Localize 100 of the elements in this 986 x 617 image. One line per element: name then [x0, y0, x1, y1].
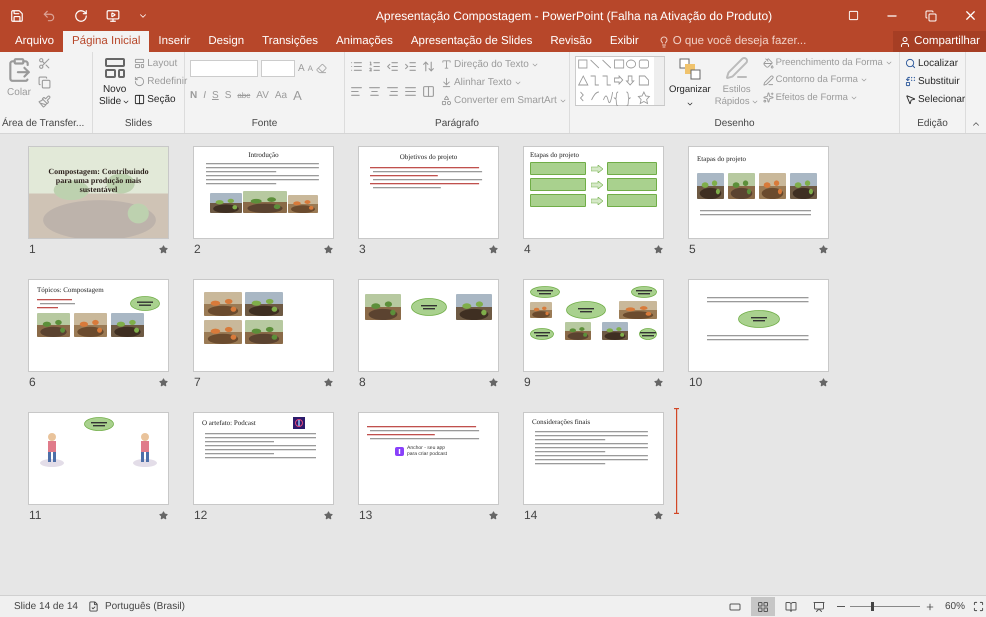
slide-thumbnail[interactable] [358, 279, 499, 372]
align-right-icon[interactable] [386, 85, 399, 98]
slide-number: 7 [194, 374, 201, 391]
zoom-in-icon[interactable] [924, 602, 935, 612]
menu-tab[interactable]: Inserir [149, 31, 200, 52]
process-step [530, 194, 586, 207]
group-label: Slides [124, 117, 154, 131]
shapes-gallery[interactable] [575, 56, 665, 106]
format-painter-icon[interactable] [38, 95, 51, 108]
language-label[interactable]: Português (Brasil) [104, 599, 185, 614]
caret-icon [122, 98, 130, 106]
menu-tab[interactable]: Animações [327, 31, 402, 52]
menu-tab[interactable]: Revisão [541, 31, 601, 52]
menu-tab[interactable]: Apresentação de Slides [402, 31, 542, 52]
star-icon [159, 378, 168, 386]
cut-icon[interactable] [38, 57, 51, 70]
editing-command[interactable]: Selecionar [905, 92, 965, 107]
slide-number: 5 [689, 241, 696, 258]
slide-thumbnail[interactable] [523, 279, 664, 372]
process-step [530, 178, 586, 191]
slide-thumbnail[interactable] [193, 279, 334, 372]
oval-shape [410, 298, 446, 316]
menu-tab[interactable]: Exibir [600, 31, 648, 52]
justify-icon[interactable] [404, 85, 417, 98]
star-icon [654, 510, 663, 520]
font-size-field[interactable] [261, 60, 295, 77]
group-label: Parágrafo [434, 117, 480, 131]
process-step [530, 162, 586, 175]
font-name-field[interactable] [190, 60, 258, 77]
slide-number: 8 [359, 374, 366, 391]
save-icon[interactable] [10, 8, 24, 22]
bullets-icon[interactable] [350, 60, 363, 73]
repeat-icon[interactable] [74, 8, 88, 22]
slide-number: 2 [194, 241, 201, 258]
arrow-icon [590, 180, 602, 188]
slide-thumbnail[interactable] [688, 279, 829, 372]
window-title: Apresentação Compostagem - PowerPoint (Falha na Ativação do Produto) [374, 8, 774, 24]
align-left-icon[interactable] [350, 85, 363, 98]
section-icon [134, 94, 146, 105]
zoom-level[interactable]: 60% [944, 599, 965, 614]
star-icon [324, 378, 333, 386]
star-icon [654, 378, 663, 386]
group-label: Desenho [713, 117, 756, 131]
zoom-slider[interactable] [850, 602, 920, 611]
process-step [607, 194, 657, 207]
star-icon [819, 378, 828, 386]
arrange-icon [678, 58, 701, 80]
align-text-icon [441, 77, 452, 88]
increase-indent-icon[interactable] [404, 60, 417, 73]
share-button[interactable]: Compartilhar [893, 31, 986, 52]
slide-number: 12 [194, 507, 208, 524]
group-label: Fonte [250, 117, 278, 131]
menu-tab[interactable]: Arquivo [6, 31, 63, 52]
oval-shape [530, 286, 560, 298]
slide-number: 9 [524, 374, 531, 391]
oval-shape [84, 417, 114, 431]
slideshow-icon[interactable] [106, 8, 120, 22]
slides-command[interactable]: Seção [134, 92, 188, 107]
search-icon [905, 58, 916, 69]
star-icon [324, 510, 333, 520]
spelling-icon[interactable] [88, 601, 99, 612]
caret-icon [750, 98, 759, 106]
new-slide-button[interactable]: Novo Slide [99, 56, 130, 108]
menu-tab[interactable]: Design [199, 31, 254, 52]
star-icon [819, 244, 828, 254]
slide-number: 13 [359, 507, 372, 524]
pointer-icon [905, 94, 916, 105]
close-icon[interactable] [963, 8, 978, 23]
slide-thumbnail[interactable] [28, 412, 169, 505]
paint-bucket-icon [762, 58, 774, 69]
copy-icon[interactable] [38, 76, 51, 89]
sorter-view-icon [756, 600, 769, 612]
sorter-view-button[interactable] [750, 597, 775, 616]
editing-command[interactable]: Localizar [905, 56, 965, 71]
menu-tab[interactable]: Transições [253, 31, 327, 52]
process-step [607, 178, 657, 191]
slide-number: 6 [29, 374, 36, 391]
slide-number: 1 [29, 241, 36, 258]
restore-icon[interactable] [925, 10, 937, 22]
arrange-button[interactable]: Organizar [669, 56, 711, 116]
numbering-icon[interactable] [368, 60, 381, 73]
editing-command[interactable]: Substituir [905, 74, 965, 89]
line-spacing-icon[interactable] [422, 60, 435, 73]
fit-to-window-icon[interactable] [973, 601, 984, 612]
app-icon [395, 446, 404, 456]
process-step [607, 162, 657, 175]
star-icon [489, 378, 498, 386]
menu-tab[interactable]: Página Inicial [63, 31, 150, 52]
columns-icon[interactable] [422, 85, 435, 98]
align-center-icon[interactable] [368, 85, 381, 98]
arrow-icon [590, 196, 602, 204]
layout-icon [134, 58, 146, 69]
decrease-indent-icon[interactable] [386, 60, 399, 73]
slide-thumbnail[interactable]: Compostagem: Contribuindo para uma produção mais sustentável [28, 146, 169, 239]
tell-me-field[interactable]: O que você deseja fazer... [658, 31, 806, 52]
slideshow-view-icon [812, 600, 825, 612]
pen-icon [762, 74, 774, 86]
person-figure-drawing [132, 431, 158, 467]
ribbon-display-icon[interactable] [848, 10, 859, 21]
zoom-thumb[interactable] [870, 602, 874, 611]
